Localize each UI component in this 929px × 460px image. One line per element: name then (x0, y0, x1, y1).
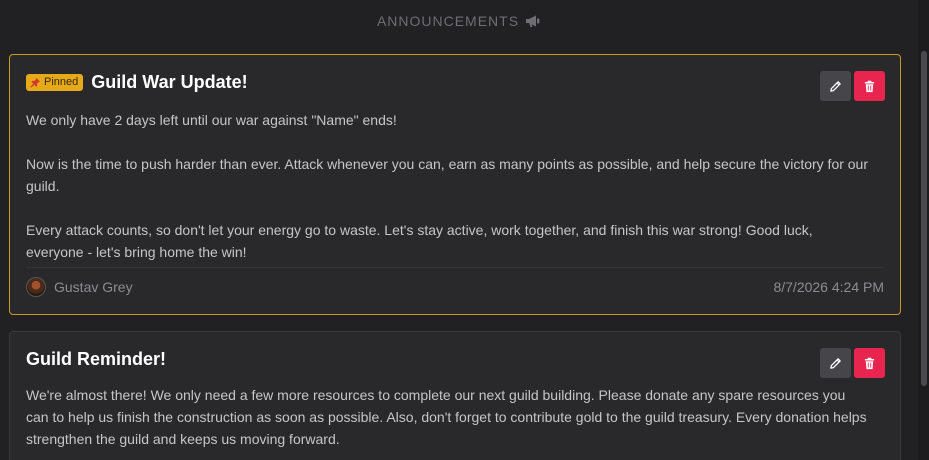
trash-icon (863, 357, 876, 370)
edit-button[interactable] (820, 71, 851, 101)
pinned-label: Pinned (44, 75, 79, 88)
announcements-page: ANNOUNCEMENTS Pinned Guild War Update! W… (0, 0, 929, 460)
announcement-body: We only have 2 days left until our war a… (26, 109, 870, 263)
announcement-actions (820, 348, 885, 378)
pinned-badge: Pinned (26, 73, 84, 91)
announcement-actions (820, 71, 885, 101)
edit-button[interactable] (820, 348, 851, 378)
scrollbar[interactable] (918, 0, 929, 460)
author: Gustav Grey (26, 277, 133, 297)
announcement-card: Pinned Guild War Update! We only have 2 … (9, 54, 901, 315)
announcement-title: Guild Reminder! (26, 349, 167, 369)
announcement-paragraph: Every attack counts, so don't let your e… (26, 222, 813, 260)
pencil-icon (829, 357, 842, 370)
pencil-icon (829, 80, 842, 93)
delete-button[interactable] (854, 348, 885, 378)
announcement-paragraph: We're almost there! We only need a few m… (26, 387, 867, 447)
divider (26, 267, 884, 268)
author-name: Gustav Grey (54, 279, 133, 295)
announcement-footer: Gustav Grey 8/7/2026 4:24 PM (26, 277, 884, 297)
delete-button[interactable] (854, 71, 885, 101)
section-title: ANNOUNCEMENTS (376, 13, 520, 29)
avatar (26, 277, 46, 297)
section-header: ANNOUNCEMENTS (0, 13, 918, 29)
megaphone-icon (525, 14, 541, 28)
announcement-paragraph: We only have 2 days left until our war a… (26, 112, 397, 128)
announcement-header: Pinned Guild War Update! (26, 71, 884, 93)
timestamp: 8/7/2026 4:24 PM (773, 279, 884, 295)
announcement-body: We're almost there! We only need a few m… (26, 384, 870, 450)
announcement-card: Guild Reminder! We're almost there! We o… (9, 331, 901, 460)
scrollbar-thumb[interactable] (921, 51, 927, 386)
pushpin-icon (30, 77, 41, 88)
announcement-paragraph: Now is the time to push harder than ever… (26, 156, 869, 194)
announcement-header: Guild Reminder! (26, 348, 884, 370)
trash-icon (863, 80, 876, 93)
announcement-title: Guild War Update! (91, 72, 248, 92)
